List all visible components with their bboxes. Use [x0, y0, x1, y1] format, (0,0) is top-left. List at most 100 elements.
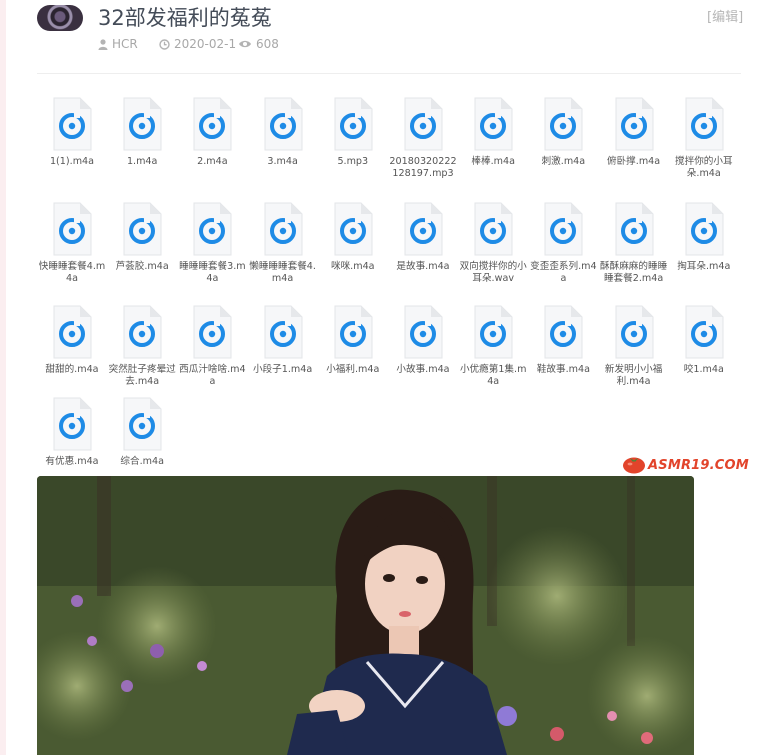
- file-item[interactable]: 睡睡睡套餐3.m4a: [177, 202, 247, 285]
- audio-file-icon[interactable]: [192, 97, 232, 151]
- file-item[interactable]: 小福利.m4a: [318, 305, 388, 376]
- file-item[interactable]: 2.m4a: [177, 97, 247, 168]
- file-name[interactable]: 5.mp3: [319, 156, 387, 168]
- audio-file-icon[interactable]: [473, 305, 513, 359]
- featured-photo[interactable]: [37, 476, 694, 755]
- audio-file-icon[interactable]: [52, 202, 92, 256]
- file-item[interactable]: 芦荟胶.m4a: [107, 202, 177, 273]
- audio-file-icon[interactable]: [192, 202, 232, 256]
- file-name[interactable]: 小优瘾第1集.m4a: [459, 364, 527, 388]
- audio-file-icon[interactable]: [333, 97, 373, 151]
- file-name[interactable]: 综合.m4a: [108, 456, 176, 468]
- file-item[interactable]: 小段子1.m4a: [248, 305, 318, 376]
- file-item[interactable]: 俯卧撑.m4a: [599, 97, 669, 168]
- file-item[interactable]: 3.m4a: [248, 97, 318, 168]
- file-name[interactable]: 甜甜的.m4a: [38, 364, 106, 376]
- file-name[interactable]: 有优惠.m4a: [38, 456, 106, 468]
- file-name[interactable]: 小福利.m4a: [319, 364, 387, 376]
- file-item[interactable]: 变歪歪系列.m4a: [528, 202, 598, 285]
- file-item[interactable]: 5.mp3: [318, 97, 388, 168]
- audio-file-icon[interactable]: [122, 397, 162, 451]
- file-name[interactable]: 1.m4a: [108, 156, 176, 168]
- file-item[interactable]: 掏耳朵.m4a: [669, 202, 739, 273]
- audio-file-icon[interactable]: [684, 305, 724, 359]
- file-name[interactable]: 新发明小小福利.m4a: [600, 364, 668, 388]
- file-name[interactable]: 双向搅拌你的小耳朵.wav: [459, 261, 527, 285]
- audio-file-icon[interactable]: [192, 305, 232, 359]
- file-item[interactable]: 酥酥麻麻的睡睡睡套餐2.m4a: [599, 202, 669, 285]
- audio-file-icon[interactable]: [403, 97, 443, 151]
- audio-file-icon[interactable]: [403, 305, 443, 359]
- audio-file-icon[interactable]: [52, 97, 92, 151]
- file-name[interactable]: 突然肚子疼晕过去.m4a: [108, 364, 176, 388]
- file-item[interactable]: 咬1.m4a: [669, 305, 739, 376]
- author-name[interactable]: HCR: [112, 37, 138, 51]
- file-name[interactable]: 1(1).m4a: [38, 156, 106, 168]
- audio-file-icon[interactable]: [684, 202, 724, 256]
- audio-file-icon[interactable]: [403, 202, 443, 256]
- file-item[interactable]: 快睡睡套餐4.m4a: [37, 202, 107, 285]
- edit-link[interactable]: [编辑]: [707, 6, 743, 25]
- file-name[interactable]: 睡睡睡套餐3.m4a: [178, 261, 246, 285]
- audio-file-icon[interactable]: [473, 202, 513, 256]
- audio-file-icon[interactable]: [122, 305, 162, 359]
- file-name[interactable]: 是故事.m4a: [389, 261, 457, 273]
- file-item[interactable]: 1(1).m4a: [37, 97, 107, 168]
- audio-file-icon[interactable]: [263, 97, 303, 151]
- file-name[interactable]: 2.m4a: [178, 156, 246, 168]
- file-name[interactable]: 芦荟胶.m4a: [108, 261, 176, 273]
- page-title[interactable]: 32部发福利的菟菟: [98, 2, 272, 32]
- file-name[interactable]: 变歪歪系列.m4a: [529, 261, 597, 285]
- audio-file-icon[interactable]: [122, 97, 162, 151]
- file-name[interactable]: 俯卧撑.m4a: [600, 156, 668, 168]
- file-name[interactable]: 3.m4a: [249, 156, 317, 168]
- audio-file-icon[interactable]: [263, 305, 303, 359]
- file-name[interactable]: 小故事.m4a: [389, 364, 457, 376]
- file-name[interactable]: 小段子1.m4a: [249, 364, 317, 376]
- audio-file-icon[interactable]: [333, 202, 373, 256]
- file-name[interactable]: 快睡睡套餐4.m4a: [38, 261, 106, 285]
- audio-file-icon[interactable]: [543, 305, 583, 359]
- audio-file-icon[interactable]: [122, 202, 162, 256]
- audio-file-icon[interactable]: [263, 202, 303, 256]
- file-name[interactable]: 棒棒.m4a: [459, 156, 527, 168]
- file-name[interactable]: 掏耳朵.m4a: [670, 261, 738, 273]
- file-item[interactable]: 搅拌你的小耳朵.m4a: [669, 97, 739, 180]
- audio-file-icon[interactable]: [473, 97, 513, 151]
- file-item[interactable]: 咪咪.m4a: [318, 202, 388, 273]
- file-item[interactable]: 有优惠.m4a: [37, 397, 107, 468]
- file-item[interactable]: 小优瘾第1集.m4a: [458, 305, 528, 388]
- file-item[interactable]: 甜甜的.m4a: [37, 305, 107, 376]
- file-item[interactable]: 西瓜汁啥啥.m4a: [177, 305, 247, 388]
- file-item[interactable]: 1.m4a: [107, 97, 177, 168]
- file-item[interactable]: 新发明小小福利.m4a: [599, 305, 669, 388]
- file-item[interactable]: 突然肚子疼晕过去.m4a: [107, 305, 177, 388]
- audio-file-icon[interactable]: [614, 97, 654, 151]
- file-name[interactable]: 鞋故事.m4a: [529, 364, 597, 376]
- audio-file-icon[interactable]: [543, 97, 583, 151]
- file-item[interactable]: 小故事.m4a: [388, 305, 458, 376]
- avatar[interactable]: [37, 5, 83, 31]
- file-item[interactable]: 双向搅拌你的小耳朵.wav: [458, 202, 528, 285]
- file-item[interactable]: 刺激.m4a: [528, 97, 598, 168]
- file-item[interactable]: 鞋故事.m4a: [528, 305, 598, 376]
- audio-file-icon[interactable]: [52, 305, 92, 359]
- file-item[interactable]: 懒睡睡睡套餐4.m4a: [248, 202, 318, 285]
- audio-file-icon[interactable]: [614, 305, 654, 359]
- audio-file-icon[interactable]: [614, 202, 654, 256]
- file-name[interactable]: 刺激.m4a: [529, 156, 597, 168]
- file-name[interactable]: 搅拌你的小耳朵.m4a: [670, 156, 738, 180]
- audio-file-icon[interactable]: [543, 202, 583, 256]
- audio-file-icon[interactable]: [684, 97, 724, 151]
- file-name[interactable]: 懒睡睡睡套餐4.m4a: [249, 261, 317, 285]
- file-item[interactable]: 棒棒.m4a: [458, 97, 528, 168]
- file-item[interactable]: 是故事.m4a: [388, 202, 458, 273]
- file-name[interactable]: 咬1.m4a: [670, 364, 738, 376]
- file-name[interactable]: 酥酥麻麻的睡睡睡套餐2.m4a: [600, 261, 668, 285]
- file-name[interactable]: 20180320222128197.mp3: [389, 156, 457, 180]
- audio-file-icon[interactable]: [52, 397, 92, 451]
- file-item[interactable]: 综合.m4a: [107, 397, 177, 468]
- file-name[interactable]: 西瓜汁啥啥.m4a: [178, 364, 246, 388]
- audio-file-icon[interactable]: [333, 305, 373, 359]
- file-name[interactable]: 咪咪.m4a: [319, 261, 387, 273]
